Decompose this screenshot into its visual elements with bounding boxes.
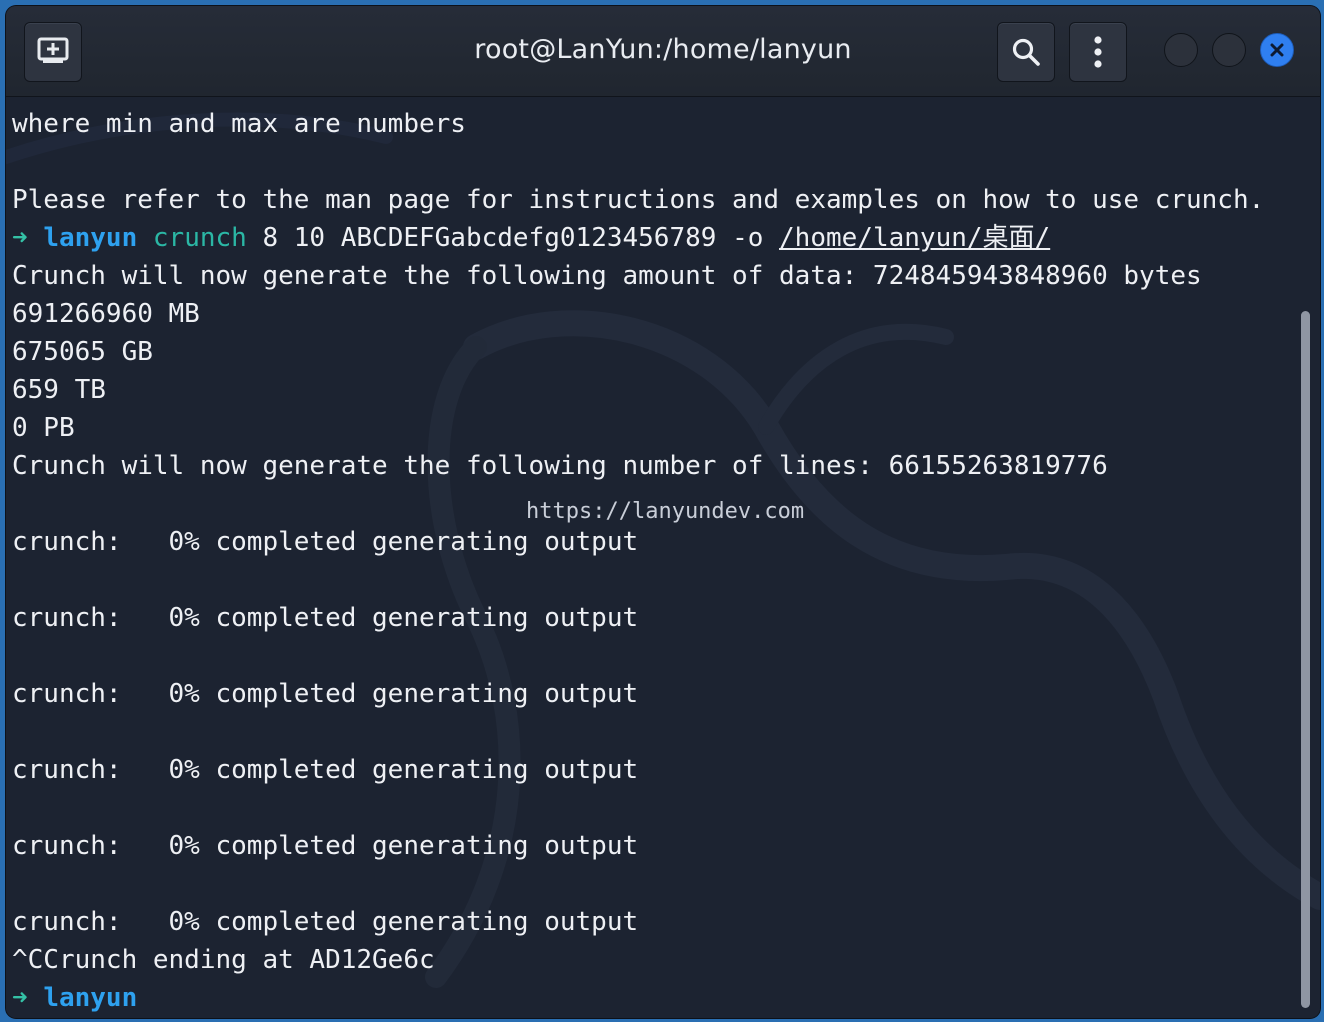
minimize-button[interactable]: [1164, 33, 1198, 67]
scrollbar-thumb[interactable]: [1301, 311, 1310, 1008]
terminal-output[interactable]: where min and max are numbers Please ref…: [6, 97, 1320, 1018]
output-line: crunch: 0% completed generating output: [12, 755, 639, 785]
prompt-line[interactable]: ➜ lanyun: [12, 983, 137, 1013]
output-line: Crunch will now generate the following n…: [12, 451, 1108, 481]
menu-button[interactable]: [1069, 22, 1127, 82]
close-button[interactable]: [1260, 33, 1294, 67]
prompt-arrow: ➜: [12, 983, 28, 1013]
new-tab-button[interactable]: [24, 22, 82, 82]
output-line: crunch: 0% completed generating output: [12, 603, 639, 633]
output-line: 675065 GB: [12, 337, 153, 367]
output-line: crunch: 0% completed generating output: [12, 907, 639, 937]
maximize-button[interactable]: [1212, 33, 1246, 67]
command-line: ➜ lanyun crunch 8 10 ABCDEFGabcdefg01234…: [12, 223, 1050, 253]
output-line: where min and max are numbers: [12, 109, 466, 139]
prompt-user: lanyun: [43, 983, 138, 1013]
prompt-arrow: ➜: [12, 223, 28, 253]
title-bar[interactable]: root@LanYun:/home/lanyun: [6, 6, 1320, 97]
watermark-url: https://lanyundev.com: [526, 499, 805, 524]
output-line: ^CCrunch ending at AD12Ge6c: [12, 945, 435, 975]
output-line: Crunch will now generate the following a…: [12, 261, 1202, 291]
output-line: crunch: 0% completed generating output: [12, 679, 639, 709]
output-line: Please refer to the man page for instruc…: [12, 185, 1265, 215]
kebab-menu-icon: [1094, 36, 1102, 68]
output-line: 0 PB: [12, 413, 75, 443]
path-argument[interactable]: /home/lanyun/桌面/: [779, 223, 1050, 253]
close-icon: [1270, 43, 1284, 57]
output-line: crunch: 0% completed generating output: [12, 831, 639, 861]
output-line: 691266960 MB: [12, 299, 200, 329]
command-args: 8 10 ABCDEFGabcdefg0123456789 -o: [262, 223, 764, 253]
output-line: crunch: 0% completed generating output: [12, 527, 639, 557]
scrollbar-track[interactable]: [1294, 97, 1320, 1018]
prompt-user: lanyun: [43, 223, 138, 253]
terminal-window: root@LanYun:/home/lanyun where min and m…: [6, 6, 1320, 1018]
search-button[interactable]: [997, 22, 1055, 82]
new-tab-icon: [37, 37, 69, 63]
search-icon: [1012, 38, 1040, 66]
command-name: crunch: [152, 223, 247, 253]
output-line: 659 TB: [12, 375, 106, 405]
